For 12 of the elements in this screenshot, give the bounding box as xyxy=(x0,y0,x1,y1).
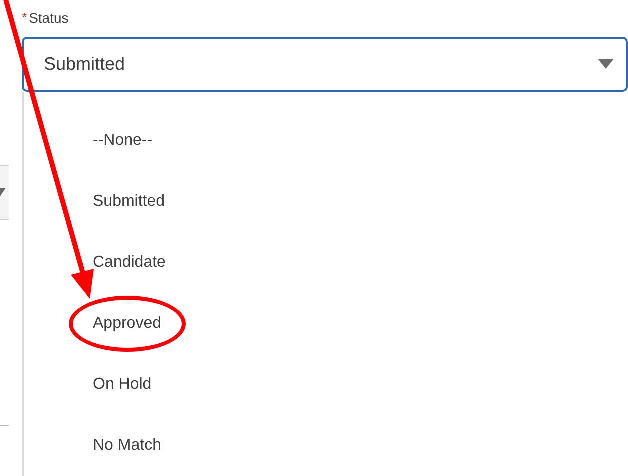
dropdown-option[interactable]: --None-- xyxy=(93,132,153,148)
partial-field[interactable] xyxy=(0,165,9,220)
dropdown-option[interactable]: Submitted xyxy=(93,192,166,210)
field-label: Status xyxy=(29,9,69,28)
status-dropdown[interactable]: Submitted xyxy=(22,36,628,92)
dropdown-option[interactable]: Approved xyxy=(93,314,162,332)
dropdown-option[interactable]: No Match xyxy=(93,436,162,454)
caret-icon xyxy=(598,59,614,70)
caret-icon xyxy=(0,188,6,197)
dropdown-option[interactable]: Candidate xyxy=(93,254,166,270)
dropdown-option[interactable]: On Hold xyxy=(93,376,152,392)
required-asterisk: * xyxy=(22,9,28,27)
